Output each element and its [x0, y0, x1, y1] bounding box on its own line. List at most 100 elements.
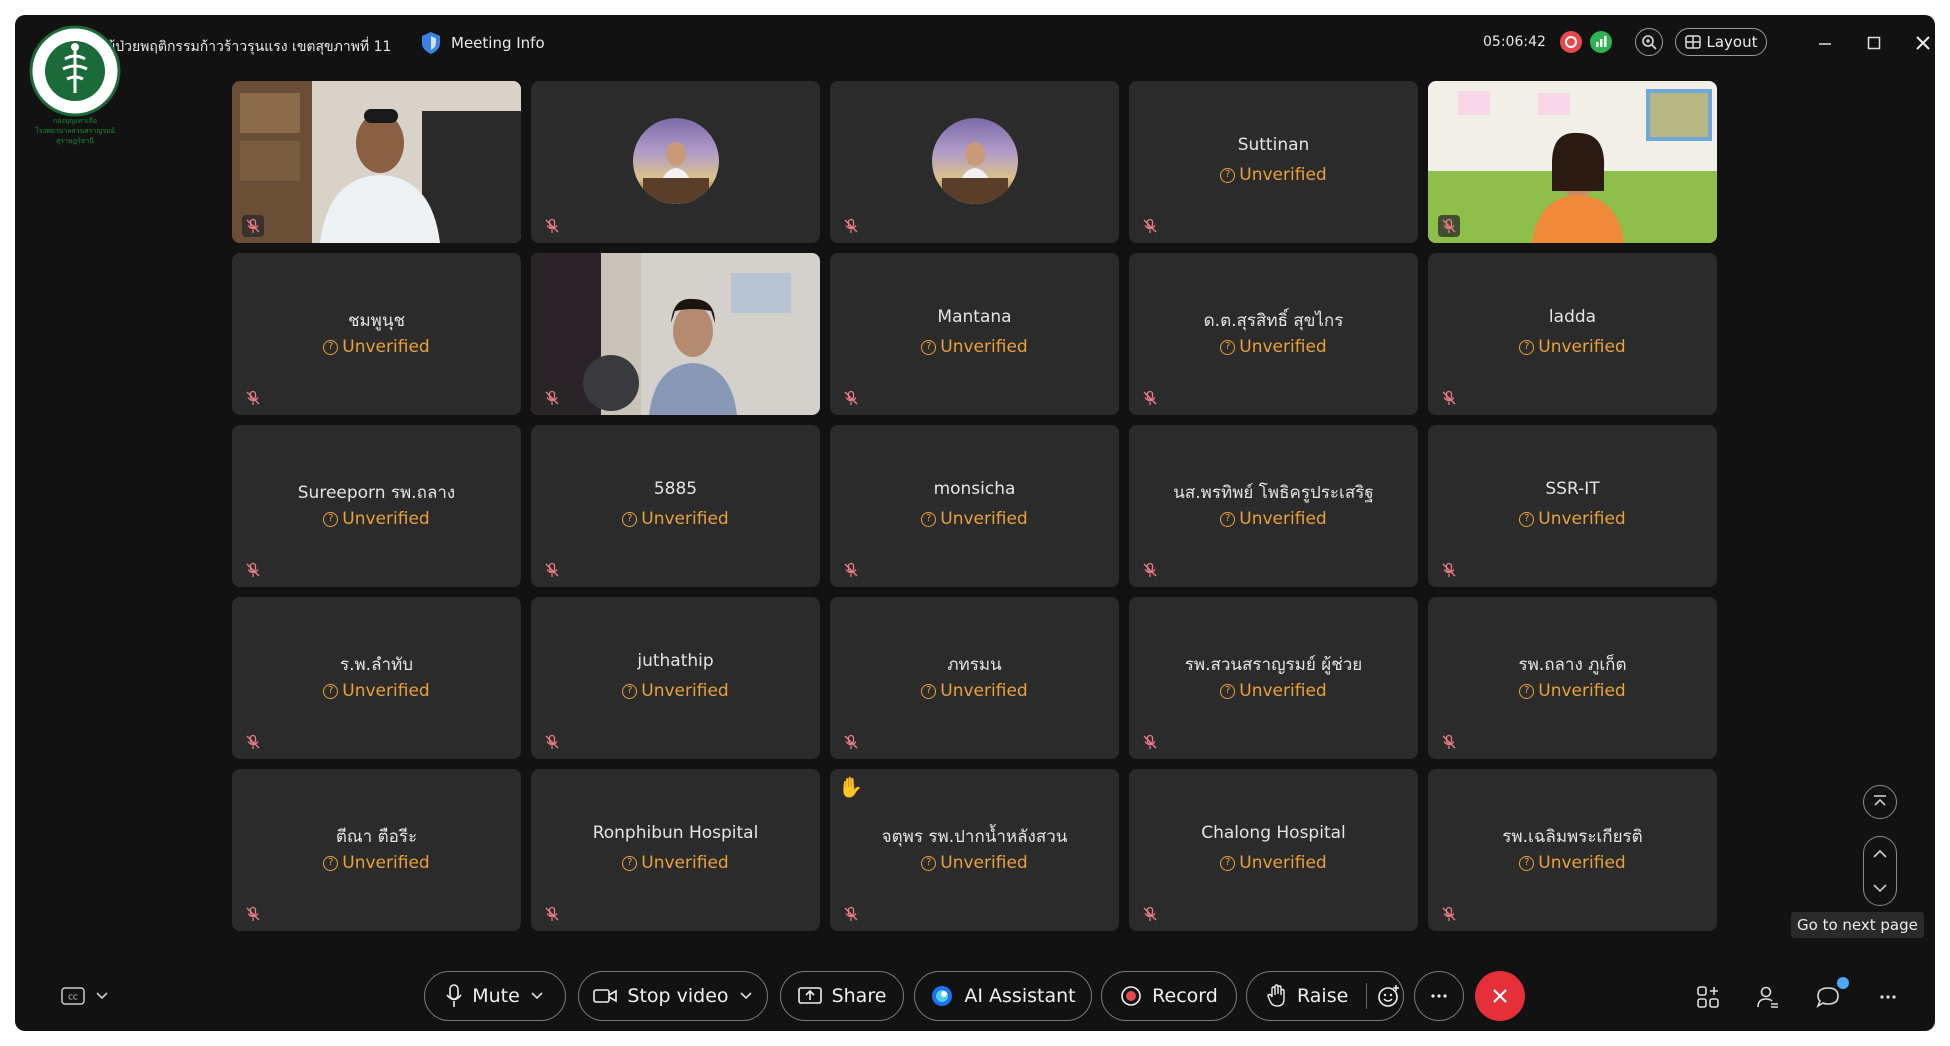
svg-text:โรงพยาบาลสวนสราญรมย์: โรงพยาบาลสวนสราญรมย์: [35, 126, 115, 135]
muted-microphone-icon: [242, 387, 264, 409]
avatar: [633, 118, 719, 204]
recording-indicator-icon[interactable]: [1560, 31, 1582, 53]
question-icon: ?: [323, 511, 339, 527]
question-icon: ?: [323, 683, 339, 699]
chevron-down-icon: [1873, 884, 1887, 893]
participant-tile[interactable]: รพ.ถลาง ภูเก็ต ? Unverified: [1428, 597, 1717, 759]
unverified-badge: ? Unverified: [232, 509, 521, 529]
stop-video-button[interactable]: Stop video: [578, 971, 768, 1021]
muted-microphone-icon: [242, 731, 264, 753]
muted-microphone-icon: [1438, 731, 1460, 753]
participant-tile[interactable]: ด.ต.สุรสิทธิ์ สุขไกร? Unverified: [1129, 253, 1418, 415]
participant-tile[interactable]: รพ.เฉลิมพระเกียรติ? Unverified: [1428, 769, 1717, 931]
more-panels-button[interactable]: [1874, 983, 1902, 1011]
unverified-badge: ? Unverified: [1129, 165, 1418, 185]
apps-button[interactable]: [1694, 983, 1722, 1011]
question-icon: ?: [921, 855, 937, 871]
more-options-button[interactable]: [1414, 971, 1464, 1021]
captions-button[interactable]: CC: [61, 987, 109, 1005]
participant-tile[interactable]: juthathip? Unverified: [531, 597, 820, 759]
minimize-button[interactable]: [1813, 31, 1837, 55]
participant-tile[interactable]: ladda? Unverified: [1428, 253, 1717, 415]
chat-bubble-icon: [1816, 987, 1839, 1008]
zoom-button[interactable]: [1635, 28, 1663, 56]
share-button[interactable]: Share: [780, 971, 904, 1021]
grid-layout-icon: [1684, 35, 1701, 49]
close-icon: [1916, 36, 1930, 50]
reactions-emoji-icon[interactable]: [1377, 984, 1401, 1008]
participant-tile[interactable]: Suttinan? Unverified: [1129, 81, 1418, 243]
participant-video: [531, 253, 820, 415]
raise-button[interactable]: Raise: [1246, 971, 1404, 1021]
muted-microphone-icon: [242, 215, 264, 237]
question-icon: ?: [323, 339, 339, 355]
participant-tile[interactable]: รพ.สวนสราญรมย์ ผู้ช่วย? Unverified: [1129, 597, 1418, 759]
unverified-label: Unverified: [342, 853, 430, 873]
participant-tile[interactable]: [531, 253, 820, 415]
participant-name: Sureeporn รพ.ถลาง: [297, 483, 456, 503]
muted-microphone-icon: [541, 731, 563, 753]
participant-tile[interactable]: ภทรมน? Unverified: [830, 597, 1119, 759]
participant-tile[interactable]: monsicha? Unverified: [830, 425, 1119, 587]
question-icon: ?: [1519, 683, 1535, 699]
next-page-button[interactable]: [1864, 871, 1896, 905]
participant-tile[interactable]: [232, 81, 521, 243]
magnifier-icon: [1642, 35, 1657, 50]
layout-button[interactable]: Layout: [1675, 28, 1767, 56]
participant-name: รพ.ถลาง ภูเก็ต: [1518, 655, 1627, 675]
muted-microphone-icon: [541, 215, 563, 237]
participant-tile[interactable]: [1428, 81, 1717, 243]
record-icon: [1121, 986, 1141, 1006]
participant-tile[interactable]: ร.พ.ลำทับ? Unverified: [232, 597, 521, 759]
muted-microphone-icon: [840, 731, 862, 753]
unverified-badge: ? Unverified: [1129, 681, 1418, 701]
unverified-label: Unverified: [641, 681, 729, 701]
unverified-badge: ? Unverified: [232, 337, 521, 357]
first-page-button[interactable]: [1863, 785, 1897, 819]
question-icon: ?: [1519, 855, 1535, 871]
meeting-info-button[interactable]: Meeting Info: [420, 31, 545, 55]
network-status-icon[interactable]: [1590, 31, 1612, 53]
unverified-badge: ? Unverified: [1428, 681, 1717, 701]
participant-tile[interactable]: SSR-IT? Unverified: [1428, 425, 1717, 587]
chevron-down-icon: [531, 992, 543, 1000]
unverified-badge: ? Unverified: [830, 337, 1119, 357]
participant-tile[interactable]: จตุพร รพ.ปากน้ำหลังสวน? Unverified ✋: [830, 769, 1119, 931]
muted-microphone-icon: [541, 903, 563, 925]
ai-assistant-button[interactable]: AI Assistant: [914, 971, 1092, 1021]
participant-tile[interactable]: Mantana ? Unverified: [830, 253, 1119, 415]
closed-captions-icon: CC: [61, 987, 85, 1005]
leave-meeting-button[interactable]: [1475, 971, 1525, 1021]
muted-microphone-icon: [541, 387, 563, 409]
raised-hand-icon: [1267, 984, 1285, 1007]
participant-tile[interactable]: [531, 81, 820, 243]
unverified-badge: ? Unverified: [830, 853, 1119, 873]
ministry-logo: กองบุญเทาเลือ โรงพยาบาลสวนสราญรมย์ สุราษ…: [27, 23, 123, 155]
avatar: [932, 118, 1018, 204]
participant-video: [232, 81, 521, 243]
participant-tile[interactable]: Sureeporn รพ.ถลาง ? Unverified: [232, 425, 521, 587]
participant-tile[interactable]: ชมพูนุช? Unverified: [232, 253, 521, 415]
participants-button[interactable]: [1754, 983, 1782, 1011]
participant-name: Mantana: [937, 307, 1012, 327]
close-window-button[interactable]: [1911, 31, 1935, 55]
participant-name: ladda: [1548, 307, 1597, 327]
participant-tile[interactable]: Ronphibun Hospital? Unverified: [531, 769, 820, 931]
participant-tile[interactable]: 5885? Unverified: [531, 425, 820, 587]
mute-button[interactable]: Mute: [424, 971, 566, 1021]
unverified-label: Unverified: [1239, 337, 1327, 357]
maximize-button[interactable]: [1862, 31, 1886, 55]
participant-tile[interactable]: Chalong Hospital? Unverified: [1129, 769, 1418, 931]
participant-tile[interactable]: นส.พรทิพย์ โพธิครูประเสริฐ? Unverified: [1129, 425, 1418, 587]
unverified-badge: ? Unverified: [1129, 509, 1418, 529]
meeting-title: ผู้ป่วยพฤติกรรมก้าวร้าวรุนแรง เขตสุขภาพท…: [107, 39, 392, 55]
previous-page-button[interactable]: [1864, 837, 1896, 871]
participant-tile[interactable]: ตีณา ตือรีะ? Unverified: [232, 769, 521, 931]
share-label: Share: [831, 985, 887, 1007]
muted-microphone-icon: [1139, 731, 1161, 753]
question-icon: ?: [323, 855, 339, 871]
record-button[interactable]: Record: [1101, 971, 1237, 1021]
participant-tile[interactable]: [830, 81, 1119, 243]
shield-icon: [422, 32, 440, 54]
muted-microphone-icon: [1139, 387, 1161, 409]
